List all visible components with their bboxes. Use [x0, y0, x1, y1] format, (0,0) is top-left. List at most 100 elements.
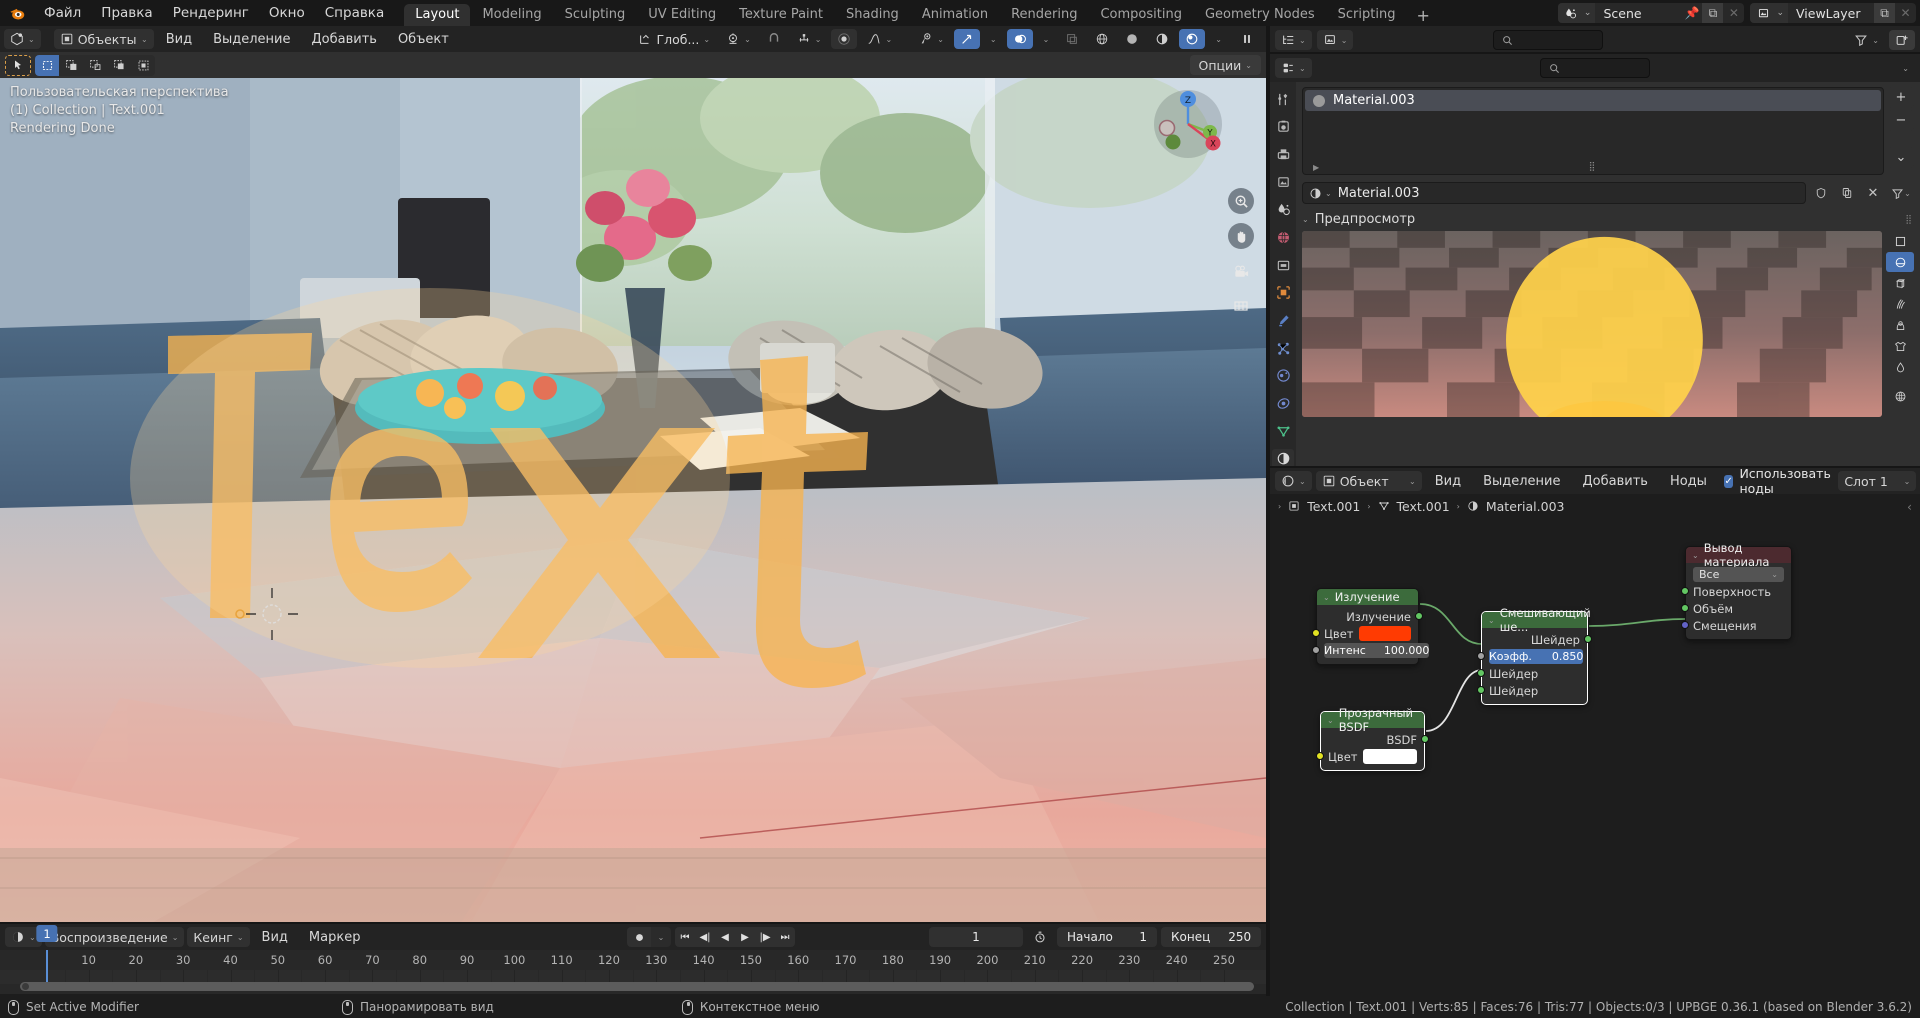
- overlays-toggle[interactable]: [1006, 29, 1033, 49]
- preview-hair-icon[interactable]: [1886, 294, 1914, 314]
- material-slot-specials-button[interactable]: ⌄: [1888, 147, 1914, 168]
- properties-options-selector[interactable]: ⌄: [1896, 58, 1915, 78]
- chevron-down-icon[interactable]: ⌄: [1488, 616, 1495, 625]
- material-slot-list[interactable]: Material.003 ▶ ⣿: [1302, 87, 1884, 175]
- node-output-target-field[interactable]: Все ⌄: [1693, 567, 1784, 582]
- node-emission-strength-row[interactable]: Интенс 100.000: [1312, 642, 1430, 659]
- shader-menu-node[interactable]: Ноды: [1661, 474, 1716, 489]
- fake-user-button[interactable]: [1810, 182, 1832, 204]
- properties-tab-constraints[interactable]: [1272, 394, 1294, 413]
- outliner-filter-icon[interactable]: ⌄: [1848, 30, 1885, 50]
- auto-keying-button[interactable]: [627, 927, 651, 947]
- node-emission-color-swatch[interactable]: [1359, 626, 1411, 641]
- tweak-tool-button[interactable]: [5, 54, 31, 76]
- properties-tab-collection[interactable]: [1272, 256, 1294, 275]
- shader-menu-select[interactable]: Выделение: [1474, 474, 1569, 489]
- socket-output-displacement[interactable]: [1681, 621, 1689, 629]
- play-button[interactable]: ▶: [735, 927, 755, 947]
- snap-pivot-selector[interactable]: ⌄: [720, 29, 757, 49]
- transform-orientation-selector[interactable]: Глоб... ⌄: [632, 29, 716, 49]
- timeline-menu-view[interactable]: Вид: [253, 930, 297, 945]
- preview-shaderball-icon[interactable]: [1886, 315, 1914, 335]
- workspace-tab-geometry-nodes[interactable]: Geometry Nodes: [1194, 4, 1326, 26]
- proportional-falloff-selector[interactable]: ⌄: [861, 29, 898, 49]
- workspace-tab-scripting[interactable]: Scripting: [1327, 4, 1407, 26]
- next-keyframe-button[interactable]: |▶: [755, 927, 775, 947]
- material-slot-row[interactable]: Material.003: [1305, 90, 1881, 111]
- current-frame-field[interactable]: 1: [929, 927, 1023, 947]
- socket-emission-strength[interactable]: [1312, 646, 1320, 654]
- socket-mix-fac[interactable]: [1477, 652, 1485, 660]
- node-material-output[interactable]: ⌄ Вывод материала Все ⌄ Поверхность Объё…: [1681, 541, 1792, 640]
- workspace-tab-texture-paint[interactable]: Texture Paint: [728, 4, 834, 26]
- grid-icon[interactable]: [1228, 293, 1254, 319]
- node-emission[interactable]: ⌄ Излучение Излучение Цвет Интенс 100.00…: [1312, 588, 1430, 665]
- new-viewlayer-icon[interactable]: ⧉: [1874, 3, 1895, 23]
- use-preview-range-icon[interactable]: [1027, 927, 1053, 947]
- select-extend-icon[interactable]: [59, 55, 83, 76]
- material-filter-icon[interactable]: ⌄: [1888, 182, 1914, 204]
- breadcrumb-mesh[interactable]: Text.001: [1397, 499, 1450, 514]
- breadcrumb-object[interactable]: Text.001: [1307, 499, 1360, 514]
- preview-cloth-icon[interactable]: [1886, 336, 1914, 356]
- timeline-scrollbar-track[interactable]: [20, 982, 1254, 991]
- shading-options-selector[interactable]: ⌄: [1209, 29, 1228, 49]
- chevron-down-icon[interactable]: ⌄: [1327, 716, 1334, 725]
- node-mix-shader[interactable]: ⌄ Смешивающий ше... Шейдер Коэфф. 0.850: [1477, 606, 1592, 705]
- breadcrumb-material[interactable]: Material.003: [1486, 499, 1565, 514]
- node-emission-title-bar[interactable]: ⌄ Излучение: [1317, 589, 1418, 605]
- new-scene-icon[interactable]: ⧉: [1702, 3, 1724, 23]
- breadcrumb-expand-icon[interactable]: ›: [1278, 502, 1281, 511]
- gizmo-options-selector[interactable]: ⌄: [984, 29, 1003, 49]
- node-output-volume-row[interactable]: Объём: [1681, 600, 1791, 617]
- timeline-ruler[interactable]: 10 20 30 40 50 60 70 80 90 100 110 120 130 140 150 160 1…: [0, 950, 1266, 970]
- jump-to-start-button[interactable]: ⏮: [675, 927, 695, 947]
- snap-magnet-toggle[interactable]: [761, 29, 787, 49]
- node-mix-fac-field[interactable]: Коэфф. 0.850: [1489, 649, 1584, 664]
- previous-keyframe-button[interactable]: ◀|: [695, 927, 715, 947]
- node-transparent-bsdf[interactable]: ⌄ Прозрачный BSDF BSDF Цвет: [1316, 706, 1429, 771]
- properties-tab-world[interactable]: [1272, 228, 1294, 247]
- hand-icon[interactable]: [1228, 223, 1254, 249]
- socket-output-surface[interactable]: [1681, 587, 1689, 595]
- select-invert-icon[interactable]: [107, 55, 131, 76]
- editor-splitter-properties[interactable]: [1270, 466, 1920, 468]
- workspace-tab-uv-editing[interactable]: UV Editing: [637, 4, 727, 26]
- socket-emission-color[interactable]: [1312, 629, 1320, 637]
- timeline-scrollbar-knob[interactable]: [22, 983, 29, 990]
- node-transparent-title-bar[interactable]: ⌄ Прозрачный BSDF: [1321, 706, 1424, 734]
- properties-tab-tool[interactable]: [1272, 90, 1294, 109]
- editor-splitter-vertical[interactable]: [1266, 26, 1270, 996]
- sidebar-toggle-icon[interactable]: ‹: [1907, 499, 1912, 514]
- preview-fluid-icon[interactable]: [1886, 357, 1914, 377]
- preview-sphere-icon[interactable]: [1886, 252, 1914, 272]
- viewport-options-button[interactable]: Опции ⌄: [1189, 55, 1261, 75]
- viewport-menu-add[interactable]: Добавить: [303, 32, 386, 47]
- socket-mix-shader-out[interactable]: [1584, 635, 1592, 643]
- workspace-tab-layout[interactable]: Layout: [404, 4, 471, 26]
- shading-wireframe-button[interactable]: [1089, 29, 1115, 49]
- blender-logo-icon[interactable]: [0, 0, 34, 26]
- workspace-tab-animation[interactable]: Animation: [911, 4, 999, 26]
- viewport-canvas[interactable]: Пользовательская перспектива (1) Collect…: [0, 78, 1266, 924]
- object-mode-selector[interactable]: Объекты ⌄: [53, 29, 154, 49]
- socket-mix-shader-2[interactable]: [1477, 686, 1485, 694]
- delete-scene-icon[interactable]: ✕: [1723, 3, 1744, 23]
- properties-tab-render[interactable]: [1272, 118, 1294, 137]
- editor-splitter-outliner[interactable]: [1270, 52, 1920, 54]
- node-mix-shader1-row[interactable]: Шейдер: [1477, 665, 1587, 682]
- proportional-edit-toggle[interactable]: [831, 29, 858, 49]
- node-output-title-bar[interactable]: ⌄ Вывод материала: [1686, 541, 1791, 569]
- material-slot-selector[interactable]: Слот 1 ⌄: [1838, 471, 1917, 491]
- shader-type-selector[interactable]: Объект ⌄: [1315, 471, 1422, 491]
- add-workspace-button[interactable]: +: [1407, 4, 1438, 26]
- properties-tab-modifiers[interactable]: [1272, 311, 1294, 330]
- playhead-frame-badge[interactable]: 1: [36, 925, 58, 942]
- socket-emission-out[interactable]: [1415, 612, 1423, 620]
- workspace-tab-shading[interactable]: Shading: [835, 4, 910, 26]
- select-box-icon[interactable]: [35, 54, 59, 76]
- node-emission-color-row[interactable]: Цвет: [1312, 625, 1418, 642]
- material-datablock-field[interactable]: ⌄ Material.003: [1302, 182, 1806, 204]
- visibility-selector[interactable]: ⌄: [913, 29, 950, 49]
- shader-menu-add[interactable]: Добавить: [1574, 474, 1657, 489]
